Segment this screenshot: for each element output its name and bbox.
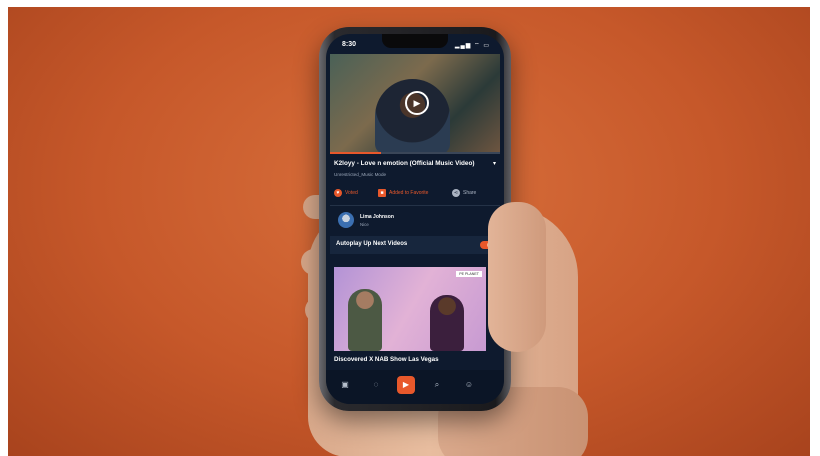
video-progress-fill [330,152,381,154]
avatar [338,212,354,228]
search-icon[interactable]: ⌕ [430,378,444,392]
channel-badge: PE PLANET [456,271,482,277]
autoplay-label: Autoplay Up Next Videos [336,241,408,247]
thumb [488,202,546,352]
chat-icon[interactable]: ◌ [369,378,383,392]
thumbnail-person [430,295,464,351]
notch [382,34,448,48]
heart-icon: ♥ [334,189,342,197]
phone-screen: 8:30 ▂▄▆ ⌔ ▭ ▶ K2loyy - Love n emotion (… [326,34,504,404]
next-video-thumbnail[interactable]: PE PLANET [334,267,486,351]
autoplay-row: Autoplay Up Next Videos [330,236,500,254]
bottom-nav: ▣ ◌ ▶ ⌕ ☺ [326,370,504,404]
favorite-label: Added to Favorite [389,190,429,196]
favorite-button[interactable]: ■ Added to Favorite [378,189,428,197]
video-player[interactable]: ▶ [330,54,500,152]
chevron-down-icon[interactable]: ▾ [493,160,496,167]
profile-icon[interactable]: ☺ [462,378,476,392]
status-time: 8:30 [342,41,357,48]
comment-author: Lima Johnson [360,214,394,220]
library-icon[interactable]: ▣ [338,378,352,392]
action-row: ♥ Voted ■ Added to Favorite ⋖ Share [330,185,500,203]
status-icons: ▂▄▆ ⌔ ▭ [454,43,490,49]
video-icon[interactable]: ▶ [397,376,415,394]
share-label: Share [463,190,477,196]
status-bar: 8:30 ▂▄▆ ⌔ ▭ [326,34,504,54]
channel-name[interactable]: Unrestricted_Music Mode [334,172,386,177]
comment-item[interactable]: Lima Johnson Nice [330,212,500,234]
thumbnail-person [348,289,382,351]
video-frame-figure [375,79,450,152]
next-video-title[interactable]: Discovered X NAB Show Las Vegas [334,356,439,363]
orange-background: 8:30 ▂▄▆ ⌔ ▭ ▶ K2loyy - Love n emotion (… [8,7,810,456]
share-icon: ⋖ [452,189,460,197]
comment-text: Nice [360,222,369,227]
voted-button[interactable]: ♥ Voted [334,189,358,197]
video-title: K2loyy - Love n emotion (Official Music … [334,160,475,167]
bookmark-icon: ■ [378,189,386,197]
divider [330,205,500,206]
video-progress-bar[interactable] [330,152,500,154]
share-button[interactable]: ⋖ Share [452,189,476,197]
play-icon[interactable]: ▶ [405,91,429,115]
phone: 8:30 ▂▄▆ ⌔ ▭ ▶ K2loyy - Love n emotion (… [319,27,511,411]
voted-label: Voted [345,190,358,196]
